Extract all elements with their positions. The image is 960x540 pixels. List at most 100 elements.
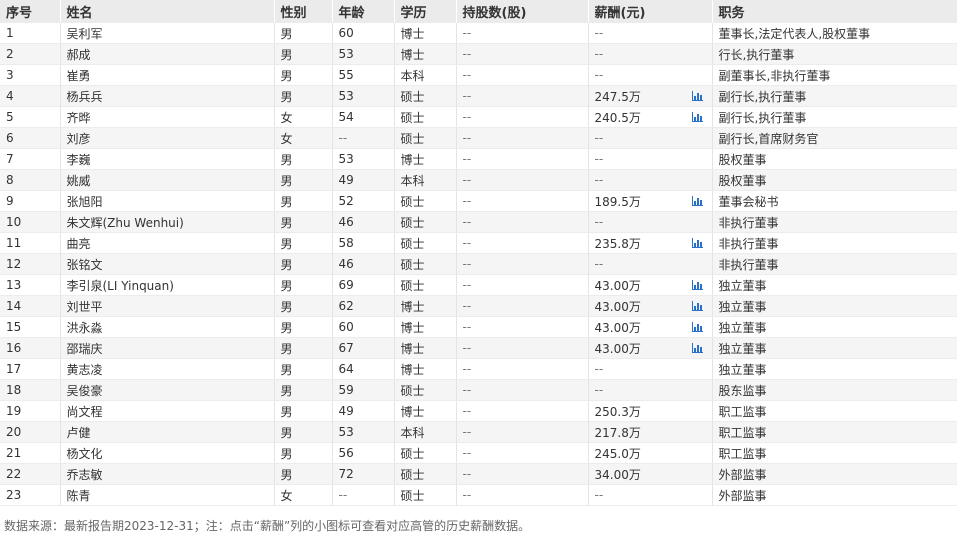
cell-position-text: 独立董事 [718, 320, 767, 335]
cell-gender: 男 [274, 64, 333, 86]
cell-gender: 男 [274, 316, 333, 338]
cell-no-text: 7 [6, 152, 14, 166]
cell-education: 硕士 [394, 484, 457, 506]
cell-education: 硕士 [394, 190, 457, 212]
cell-no-text: 16 [6, 341, 22, 355]
table-row: 15 洪永淼 男 60 博士 -- 43.00万 独立董事 [0, 316, 957, 338]
header-position: 职务 [712, 0, 957, 23]
bar-chart-icon[interactable] [691, 91, 703, 101]
cell-salary: 240.5万 [588, 106, 713, 128]
cell-education-text: 博士 [400, 299, 425, 314]
cell-salary-text: 247.5万 [594, 89, 641, 104]
cell-name: 刘彦 [60, 127, 275, 149]
cell-name-text: 洪永淼 [66, 320, 103, 335]
cell-no-text: 4 [6, 89, 14, 103]
cell-no: 1 [0, 23, 61, 44]
cell-salary: 250.3万 [588, 400, 713, 422]
bar-chart-icon[interactable] [691, 322, 703, 332]
cell-gender: 女 [274, 106, 333, 128]
cell-position-text: 行长,执行董事 [718, 47, 795, 62]
cell-education: 博士 [394, 316, 457, 338]
cell-age-text: 46 [338, 257, 354, 271]
data-source-footnote: 数据来源：最新报告期2023-12-31；注：点击“薪酬”列的小图标可查看对应高… [4, 519, 531, 533]
cell-shares: -- [456, 463, 589, 485]
cell-gender: 男 [274, 421, 333, 443]
cell-education: 博士 [394, 43, 457, 65]
cell-position-text: 股东监事 [718, 383, 767, 398]
bar-chart-icon[interactable] [691, 301, 703, 311]
cell-shares: -- [456, 379, 589, 401]
cell-no-text: 9 [6, 194, 14, 208]
cell-gender: 男 [274, 23, 333, 44]
cell-name: 杨兵兵 [60, 85, 275, 107]
cell-salary: -- [588, 358, 713, 380]
cell-age: 54 [332, 106, 395, 128]
cell-salary: -- [588, 43, 713, 65]
cell-no: 10 [0, 211, 61, 233]
cell-name: 黄志凌 [60, 358, 275, 380]
cell-name-text: 卢健 [66, 425, 91, 440]
cell-gender-text: 男 [280, 257, 293, 272]
cell-salary-text: -- [594, 68, 604, 82]
table-row: 1 吴利军 男 60 博士 -- -- 董事长,法定代表人,股权董事 [0, 23, 957, 44]
cell-education: 硕士 [394, 232, 457, 254]
bar-chart-icon[interactable] [691, 196, 703, 206]
bar-chart-icon[interactable] [691, 238, 703, 248]
cell-age-text: 64 [338, 362, 354, 376]
cell-no-text: 15 [6, 320, 22, 334]
cell-shares-text: -- [462, 341, 472, 355]
header-salary: 薪酬(元) [588, 0, 713, 23]
cell-name-text: 张铭文 [66, 257, 103, 272]
executive-table: 序号 姓名 性别 年龄 学历 持股数(股) 薪酬(元) 职务 1 吴利军男 60 博士… [0, 0, 957, 506]
cell-age: 62 [332, 295, 395, 317]
cell-age-text: 49 [338, 173, 354, 187]
cell-gender-text: 女 [280, 488, 293, 503]
cell-name: 姚威 [60, 169, 275, 191]
cell-position: 非执行董事 [712, 253, 957, 275]
cell-salary-text: -- [594, 26, 604, 40]
table-row: 21 杨文化 男 56 硕士 -- 245.0万 职工监事 [0, 442, 957, 464]
header-education: 学历 [394, 0, 457, 23]
bar-chart-icon[interactable] [691, 280, 703, 290]
cell-name: 邵瑞庆 [60, 337, 275, 359]
cell-no-text: 22 [6, 467, 22, 481]
cell-shares: -- [456, 85, 589, 107]
cell-shares: -- [456, 442, 589, 464]
cell-salary: -- [588, 169, 713, 191]
cell-education-text: 硕士 [400, 215, 425, 230]
cell-education: 硕士 [394, 85, 457, 107]
cell-name-text: 吴俊豪 [66, 383, 103, 398]
cell-no-text: 5 [6, 110, 14, 124]
cell-salary-text: 43.00万 [594, 320, 641, 335]
cell-no-text: 12 [6, 257, 22, 271]
bar-chart-icon[interactable] [691, 112, 703, 122]
cell-name: 曲亮 [60, 232, 275, 254]
cell-position: 行长,执行董事 [712, 43, 957, 65]
cell-age: 72 [332, 463, 395, 485]
cell-no-text: 3 [6, 68, 14, 82]
cell-education-text: 硕士 [400, 89, 425, 104]
bar-chart-icon[interactable] [691, 343, 703, 353]
cell-education-text: 本科 [400, 173, 425, 188]
cell-education-text: 博士 [400, 320, 425, 335]
cell-age: 52 [332, 190, 395, 212]
cell-salary-text: 235.8万 [594, 236, 641, 251]
cell-shares-text: -- [462, 257, 472, 271]
cell-gender-text: 男 [280, 446, 293, 461]
cell-name-text: 崔勇 [66, 68, 91, 83]
cell-name: 李巍 [60, 148, 275, 170]
cell-age: 59 [332, 379, 395, 401]
cell-age-text: -- [338, 488, 348, 502]
cell-education: 硕士 [394, 253, 457, 275]
cell-age: 55 [332, 64, 395, 86]
cell-name: 张旭阳 [60, 190, 275, 212]
cell-position-text: 非执行董事 [718, 236, 779, 251]
cell-shares-text: -- [462, 383, 472, 397]
table-row: 9 张旭阳 男 52 硕士 -- 189.5万 董事会秘书 [0, 190, 957, 212]
cell-shares: -- [456, 253, 589, 275]
cell-position-text: 股权董事 [718, 173, 767, 188]
cell-name: 李引泉(LI Yinquan) [60, 274, 275, 296]
cell-education-text: 硕士 [400, 131, 425, 146]
cell-education: 硕士 [394, 379, 457, 401]
cell-age: -- [332, 484, 395, 506]
